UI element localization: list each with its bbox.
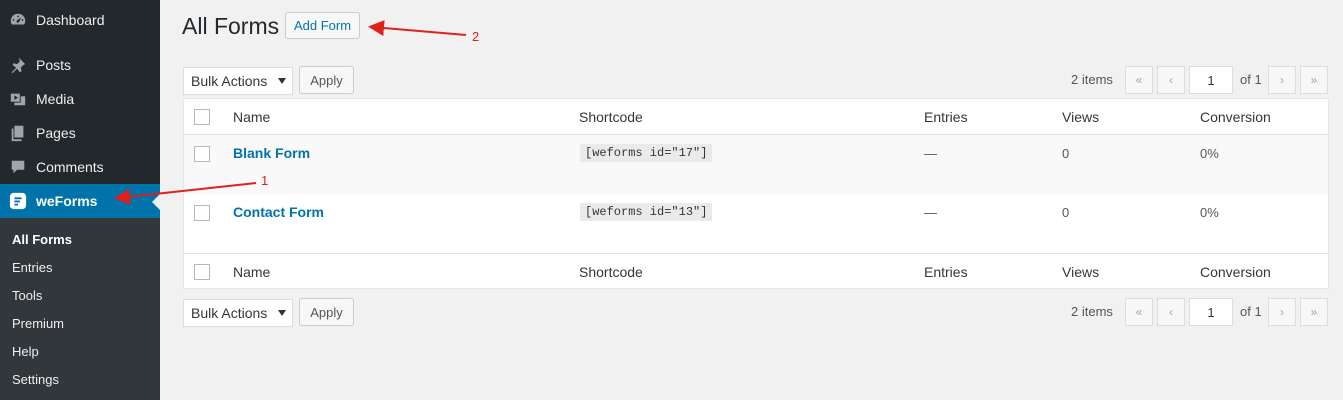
annotation-label-2: 2 (472, 29, 480, 44)
menu-label: Pages (36, 125, 76, 141)
select-all-checkbox-footer[interactable] (194, 264, 210, 280)
bulk-actions-label: Bulk Actions (191, 73, 268, 89)
apply-button-top[interactable]: Apply (299, 66, 354, 94)
page-title: All Forms (182, 13, 280, 39)
prev-page-button[interactable]: ‹ (1157, 66, 1185, 94)
pin-icon (8, 55, 28, 75)
first-page-button[interactable]: « (1125, 298, 1153, 326)
menu-media[interactable]: Media (0, 82, 160, 116)
items-count: 2 items (1071, 72, 1113, 87)
column-entries: Entries (924, 264, 968, 280)
next-page-button[interactable]: › (1268, 298, 1296, 326)
current-page-input[interactable]: 1 (1189, 298, 1233, 326)
next-page-button[interactable]: › (1268, 66, 1296, 94)
last-page-button[interactable]: » (1300, 298, 1328, 326)
submenu-tools[interactable]: Tools (12, 288, 42, 303)
conversion-cell: 0% (1200, 205, 1219, 220)
views-cell: 0 (1062, 205, 1070, 220)
bulk-actions-select-bottom[interactable]: Bulk Actions (183, 299, 293, 327)
shortcode: [weforms id="13"] (580, 203, 713, 221)
submenu-settings[interactable]: Settings (12, 372, 59, 387)
menu-label: Comments (36, 159, 104, 175)
select-all-checkbox[interactable] (194, 109, 210, 125)
column-shortcode: Shortcode (579, 109, 643, 125)
weforms-submenu: All Forms Entries Tools Premium Help Set… (0, 218, 160, 400)
views-cell: 0 (1062, 146, 1070, 161)
entries-cell: — (924, 146, 937, 161)
form-name-link[interactable]: Blank Form (233, 145, 310, 161)
column-entries: Entries (924, 109, 968, 125)
column-conversion: Conversion (1200, 264, 1271, 280)
annotation-label-1: 1 (261, 173, 269, 188)
admin-sidebar: Dashboard Posts Media Pages Comments weF… (0, 0, 160, 400)
column-name[interactable]: Name (233, 109, 270, 125)
pages-icon (8, 123, 28, 143)
column-views: Views (1062, 109, 1100, 125)
menu-weforms[interactable]: weForms (0, 184, 160, 218)
menu-label: Posts (36, 57, 72, 73)
dashboard-icon (8, 10, 28, 30)
form-name-link[interactable]: Contact Form (233, 204, 324, 220)
media-icon (8, 89, 28, 109)
forms-table: Name Shortcode Entries Views Conversion … (183, 98, 1329, 289)
comment-icon (8, 157, 28, 177)
table-footer: Name Shortcode Entries Views Conversion (184, 253, 1328, 289)
menu-label: weForms (36, 193, 98, 209)
first-page-button[interactable]: « (1125, 66, 1153, 94)
column-views: Views (1062, 264, 1100, 280)
conversion-cell: 0% (1200, 146, 1219, 161)
weforms-icon (8, 191, 28, 211)
shortcode: [weforms id="17"] (580, 144, 713, 162)
bulk-actions-select-top[interactable]: Bulk Actions (183, 67, 293, 95)
add-form-button[interactable]: Add Form (285, 12, 361, 39)
total-pages: of 1 (1240, 72, 1262, 87)
annotation-arrow-2 (368, 20, 467, 36)
row-checkbox[interactable] (194, 146, 210, 162)
caret-down-icon (278, 310, 286, 316)
submenu-premium[interactable]: Premium (12, 316, 64, 331)
row-checkbox[interactable] (194, 205, 210, 221)
last-page-button[interactable]: » (1300, 66, 1328, 94)
menu-label: Dashboard (36, 12, 105, 28)
column-name[interactable]: Name (233, 264, 270, 280)
caret-down-icon (278, 78, 286, 84)
prev-page-button[interactable]: ‹ (1157, 298, 1185, 326)
table-header: Name Shortcode Entries Views Conversion (184, 99, 1328, 135)
current-page-input[interactable]: 1 (1189, 66, 1233, 94)
submenu-entries[interactable]: Entries (12, 260, 52, 275)
menu-pages[interactable]: Pages (0, 116, 160, 150)
total-pages: of 1 (1240, 304, 1262, 319)
table-row: Blank Form [weforms id="17"] — 0 0% (184, 135, 1328, 194)
menu-posts[interactable]: Posts (0, 48, 160, 82)
submenu-help[interactable]: Help (12, 344, 39, 359)
entries-cell: — (924, 205, 937, 220)
column-shortcode: Shortcode (579, 264, 643, 280)
table-row: Contact Form [weforms id="13"] — 0 0% (184, 194, 1328, 253)
apply-button-bottom[interactable]: Apply (299, 298, 354, 326)
bulk-actions-label: Bulk Actions (191, 305, 268, 321)
menu-label: Media (36, 91, 75, 107)
menu-comments[interactable]: Comments (0, 150, 160, 184)
submenu-all-forms[interactable]: All Forms (12, 232, 72, 247)
items-count: 2 items (1071, 304, 1113, 319)
menu-dashboard[interactable]: Dashboard (0, 3, 160, 37)
column-conversion: Conversion (1200, 109, 1271, 125)
